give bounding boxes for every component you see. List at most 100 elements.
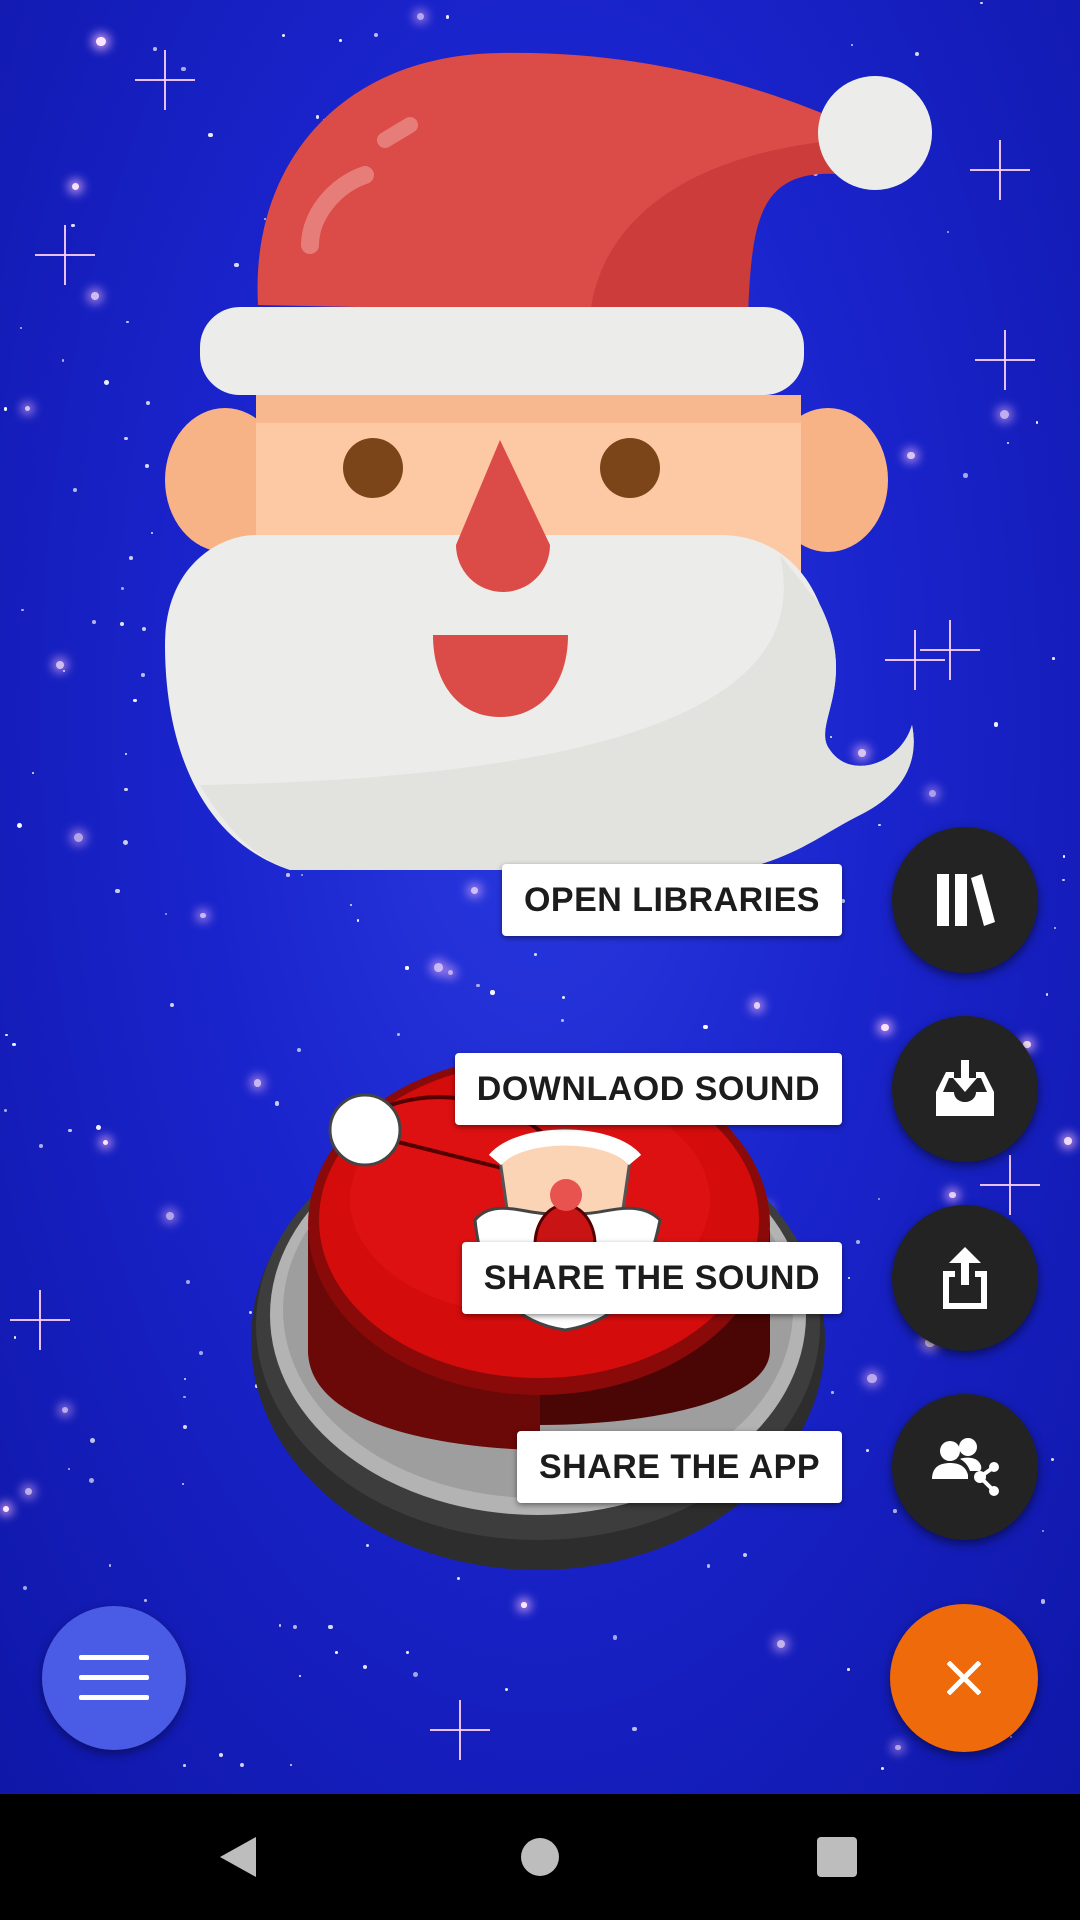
star (68, 1468, 71, 1471)
star (3, 1506, 10, 1513)
star (374, 32, 379, 37)
star (877, 1197, 881, 1201)
star (72, 183, 80, 191)
star (146, 400, 151, 405)
star (62, 1406, 69, 1413)
star (144, 464, 149, 469)
library-icon (937, 874, 995, 926)
star (412, 1671, 418, 1677)
star (38, 1143, 44, 1148)
star (115, 888, 120, 894)
download-icon (936, 1060, 994, 1116)
download-sound-label[interactable]: DOWNLAOD SOUND (454, 1053, 842, 1125)
star (1006, 441, 1009, 445)
star (16, 822, 22, 828)
star (561, 1019, 564, 1022)
share-icon (943, 1247, 987, 1309)
star (505, 1687, 509, 1692)
star (183, 1764, 186, 1768)
share-sound-label[interactable]: SHARE THE SOUND (461, 1242, 842, 1314)
star (121, 587, 125, 591)
star (1035, 421, 1039, 424)
star (73, 487, 78, 492)
star (476, 983, 480, 988)
close-icon (947, 1661, 981, 1695)
star (434, 962, 443, 972)
share-app-button[interactable] (892, 1394, 1038, 1540)
share-sound-button[interactable] (892, 1205, 1038, 1351)
open-libraries-label-text: OPEN LIBRARIES (523, 880, 820, 919)
star (185, 1279, 190, 1285)
star (1000, 409, 1010, 419)
star (867, 1373, 877, 1384)
star (128, 556, 133, 560)
star (1064, 1136, 1072, 1145)
star (198, 1350, 204, 1356)
star (1054, 927, 1057, 930)
star (218, 1752, 224, 1757)
star (831, 1391, 834, 1394)
star (124, 787, 128, 792)
close-fab-button[interactable] (890, 1604, 1038, 1752)
star (471, 887, 478, 895)
star (847, 1668, 850, 1671)
santa-face-illustration (165, 52, 932, 870)
nav-recents-button[interactable] (777, 1794, 897, 1920)
star (533, 953, 537, 957)
star (334, 1651, 338, 1655)
star (363, 1665, 368, 1670)
star (165, 1211, 174, 1220)
star (96, 37, 106, 47)
star (292, 1624, 298, 1630)
star (153, 47, 158, 52)
star (133, 698, 137, 703)
star (25, 405, 31, 411)
star (182, 1424, 188, 1430)
star (24, 1487, 33, 1495)
menu-button[interactable] (42, 1606, 186, 1750)
star (520, 1602, 527, 1608)
star (150, 531, 154, 535)
star (21, 608, 24, 612)
star (490, 990, 495, 995)
star (632, 1726, 637, 1732)
download-sound-label-text: DOWNLAOD SOUND (476, 1069, 820, 1108)
open-libraries-button[interactable] (892, 827, 1038, 973)
star (949, 1191, 956, 1199)
star (457, 1576, 461, 1580)
star (880, 1766, 884, 1770)
star (91, 292, 100, 300)
star (338, 38, 343, 43)
star (979, 1, 983, 5)
star (776, 1639, 785, 1648)
star (62, 669, 65, 672)
star (183, 1378, 186, 1381)
share-app-label[interactable]: SHARE THE APP (516, 1431, 842, 1503)
star (164, 912, 168, 916)
star (126, 320, 129, 324)
star (73, 833, 83, 843)
back-icon (220, 1837, 256, 1877)
star (946, 231, 950, 234)
star (141, 626, 147, 632)
nav-home-button[interactable] (480, 1794, 600, 1920)
star (124, 436, 128, 441)
nav-back-button[interactable] (178, 1794, 298, 1920)
star (96, 1125, 102, 1130)
star (108, 1564, 112, 1567)
star (1009, 1736, 1012, 1739)
open-libraries-label[interactable]: OPEN LIBRARIES (501, 864, 842, 936)
home-icon (521, 1838, 559, 1876)
star (298, 1674, 302, 1678)
star (278, 1623, 282, 1627)
star (143, 1598, 148, 1603)
star (1050, 1457, 1054, 1461)
hamburger-menu-icon (79, 1655, 149, 1700)
star (1062, 855, 1066, 859)
download-sound-button[interactable] (892, 1016, 1038, 1162)
star (1045, 993, 1048, 996)
star (123, 839, 129, 845)
star (703, 1024, 708, 1029)
star (67, 1128, 72, 1133)
star (169, 1003, 174, 1008)
